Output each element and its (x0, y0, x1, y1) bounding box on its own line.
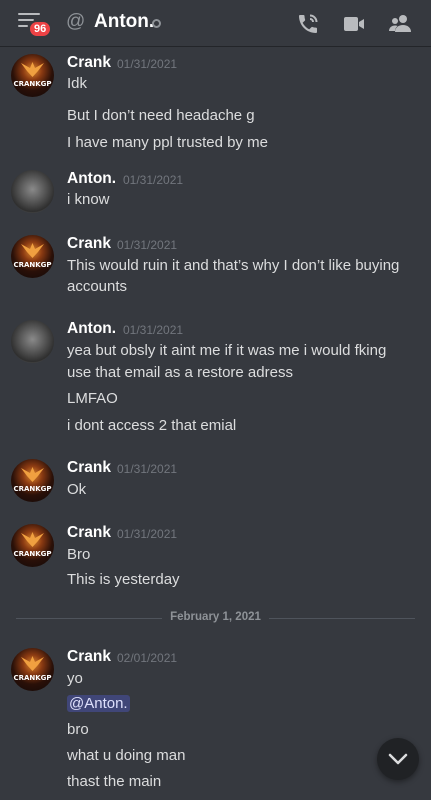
avatar[interactable]: CRANKGP (11, 524, 54, 567)
message-timestamp: 01/31/2021 (123, 323, 184, 337)
message-text: i dont access 2 that emial (67, 417, 237, 434)
message-timestamp: 01/31/2021 (123, 173, 184, 187)
message-timestamp: 01/31/2021 (117, 57, 178, 71)
message-author[interactable]: Anton. (67, 320, 116, 338)
avatar-logo-text: CRANKGP (13, 80, 52, 88)
avatar[interactable]: CRANKGP (11, 54, 54, 97)
phoenix-logo-icon (21, 656, 44, 671)
message-text: use that email as a restore adress (67, 364, 293, 381)
avatar-logo-text: CRANKGP (13, 550, 52, 558)
channel-header: 96 @ Anton. (0, 0, 431, 46)
message-author[interactable]: Crank (67, 524, 111, 542)
avatar[interactable] (11, 170, 54, 213)
message-text: Bro (67, 546, 91, 563)
avatar-logo-text: CRANKGP (13, 261, 52, 269)
message-text: yo (67, 670, 83, 687)
message-text: bro (67, 721, 89, 738)
avatar[interactable] (11, 320, 54, 363)
at-icon: @ (66, 11, 86, 32)
message-text: @Anton. (67, 694, 130, 714)
jump-to-bottom-button[interactable] (377, 738, 419, 780)
avatar-logo-text: CRANKGP (13, 485, 52, 493)
phoenix-logo-icon (21, 243, 44, 258)
message-text: LMFAO (67, 390, 118, 407)
message-author[interactable]: Crank (67, 235, 111, 253)
message-timestamp: 01/31/2021 (117, 462, 178, 476)
message-author[interactable]: Crank (67, 459, 111, 477)
message-author[interactable]: Crank (67, 648, 111, 666)
message-text: Ok (67, 481, 87, 498)
phoenix-logo-icon (21, 532, 44, 547)
voice-call-icon[interactable] (296, 12, 320, 36)
avatar[interactable]: CRANKGP (11, 459, 54, 502)
message-timestamp: 02/01/2021 (117, 651, 178, 665)
members-icon[interactable] (388, 12, 412, 36)
phoenix-logo-icon (21, 62, 44, 77)
video-call-icon[interactable] (342, 12, 366, 36)
avatar-logo-text: CRANKGP (13, 674, 52, 682)
message-text: yea but obsly it aint me if it was me i … (67, 342, 387, 359)
message-author[interactable]: Anton. (67, 170, 116, 188)
channel-title: Anton. (94, 11, 155, 32)
offline-status-icon (152, 19, 161, 28)
message-text: This would ruin it and that’s why I don’… (67, 257, 400, 274)
message-text: what u doing man (67, 747, 186, 764)
message-text: thast the main (67, 773, 162, 790)
date-divider-label: February 1, 2021 (162, 611, 269, 623)
avatar[interactable]: CRANKGP (11, 648, 54, 691)
message-text: But I don’t need headache g (67, 107, 255, 124)
message-timestamp: 01/31/2021 (117, 238, 178, 252)
message-author[interactable]: Crank (67, 54, 111, 72)
message-text: This is yesterday (67, 571, 180, 588)
unread-badge: 96 (28, 20, 53, 38)
message-list[interactable]: CRANKGP Crank 01/31/2021 Idk But I don’t… (0, 46, 431, 800)
avatar[interactable]: CRANKGP (11, 235, 54, 278)
user-mention[interactable]: @Anton. (67, 695, 130, 712)
date-divider: February 1, 2021 (0, 611, 431, 623)
phoenix-logo-icon (21, 467, 44, 482)
message-text: accounts (67, 278, 128, 295)
message-text: i know (67, 191, 110, 208)
chevron-down-icon (388, 753, 408, 765)
message-timestamp: 01/31/2021 (117, 527, 178, 541)
message-text: Idk (67, 75, 88, 92)
message-text: I have many ppl trusted by me (67, 134, 268, 151)
